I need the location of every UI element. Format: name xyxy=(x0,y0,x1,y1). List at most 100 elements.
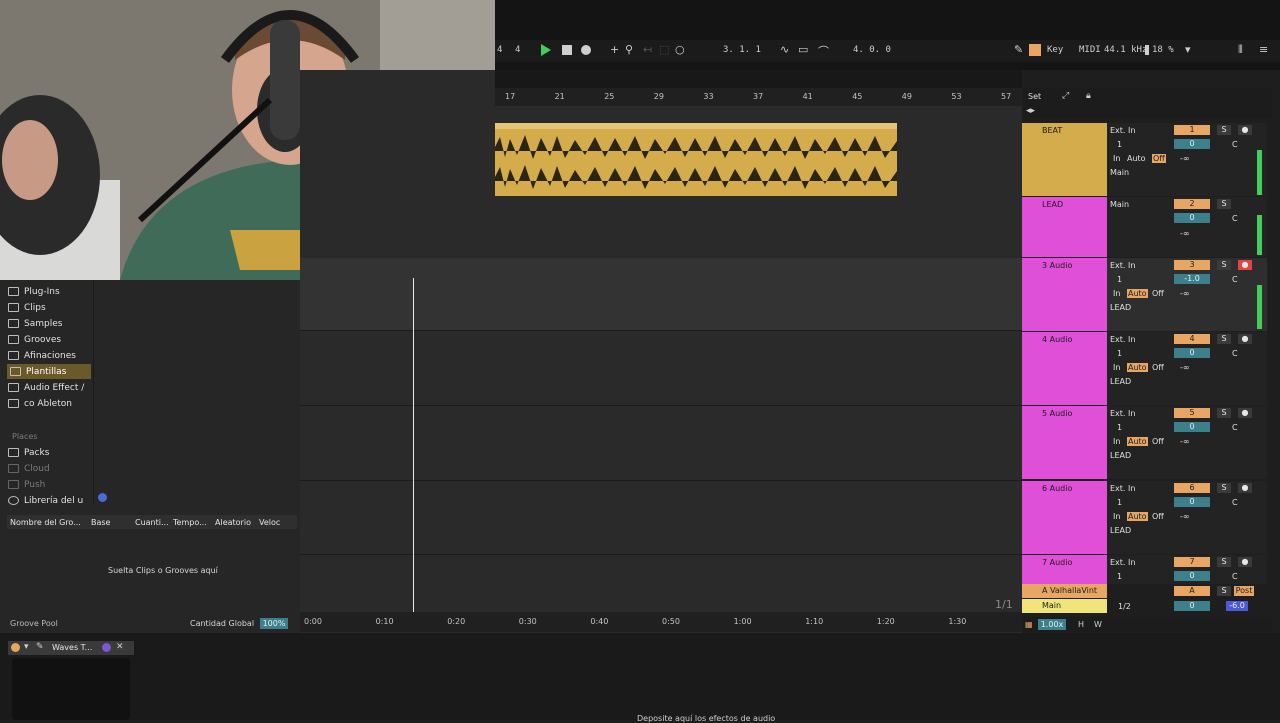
set-button[interactable]: Set xyxy=(1028,92,1041,101)
key-button[interactable]: Key xyxy=(1047,45,1063,55)
input-select[interactable]: Ext. In xyxy=(1110,409,1135,418)
monitor-auto[interactable]: Auto xyxy=(1127,437,1148,446)
volume-field[interactable]: 0 xyxy=(1174,422,1210,432)
track-beat[interactable] xyxy=(1022,123,1107,196)
monitor-auto[interactable]: Auto xyxy=(1127,154,1146,163)
post-button[interactable]: Post xyxy=(1234,586,1254,596)
return-letter[interactable]: A xyxy=(1174,586,1210,596)
time-ruler[interactable]: 0:00 0:10 0:20 0:30 0:40 0:50 1:00 1:10 1:20 1:30 xyxy=(300,612,1022,632)
solo-button[interactable]: S xyxy=(1217,408,1231,418)
track-name[interactable]: 4 Audio xyxy=(1042,335,1072,344)
monitor-off[interactable]: Off xyxy=(1152,289,1164,298)
main-pan[interactable]: -6.0 xyxy=(1226,601,1248,611)
solo-button[interactable]: S xyxy=(1217,199,1231,209)
solo-button[interactable]: S xyxy=(1217,586,1231,596)
monitor-in[interactable]: In xyxy=(1113,289,1120,298)
track-number[interactable]: 1 xyxy=(1174,125,1210,135)
channel-select[interactable]: 1 xyxy=(1117,423,1122,432)
monitor-in[interactable]: In xyxy=(1113,437,1120,446)
track-name[interactable]: 6 Audio xyxy=(1042,484,1072,493)
pan-field[interactable]: C xyxy=(1232,349,1238,358)
volume-field[interactable]: 0 xyxy=(1174,571,1210,581)
track-number[interactable]: 5 xyxy=(1174,408,1210,418)
stop-icon[interactable] xyxy=(562,45,572,55)
send-field[interactable]: -∞ xyxy=(1180,512,1190,521)
main-ratio[interactable]: 1/2 xyxy=(1118,602,1131,611)
io-icon[interactable]: ⦀ xyxy=(1238,43,1243,57)
bar-ruler[interactable]: 17 21 25 29 33 37 41 45 49 53 57 xyxy=(495,88,1022,106)
monitor-off[interactable]: Off xyxy=(1152,363,1164,372)
input-select[interactable]: Ext. In xyxy=(1110,558,1135,567)
place-push[interactable]: Push xyxy=(8,477,45,492)
track-name[interactable]: BEAT xyxy=(1042,126,1062,135)
send-field[interactable]: -∞ xyxy=(1180,229,1190,238)
output-select[interactable]: LEAD xyxy=(1110,526,1131,535)
monitor-auto[interactable]: Auto xyxy=(1127,363,1148,372)
mode-icon[interactable] xyxy=(1029,44,1041,56)
track-lane-3[interactable] xyxy=(300,258,1022,330)
monitor-in[interactable]: In xyxy=(1113,363,1120,372)
pan-field[interactable]: C xyxy=(1232,572,1238,581)
track-number[interactable]: 2 xyxy=(1174,199,1210,209)
browser-item-samples[interactable]: Samples xyxy=(8,316,62,331)
output-select[interactable]: LEAD xyxy=(1110,377,1131,386)
capture-icon[interactable]: ⬚ xyxy=(659,43,669,56)
browser-item-tunings[interactable]: Afinaciones xyxy=(8,348,76,363)
main-track[interactable] xyxy=(1022,599,1107,613)
record-icon[interactable] xyxy=(581,45,591,55)
w-button[interactable]: W xyxy=(1094,620,1102,629)
track-name[interactable]: LEAD xyxy=(1042,200,1063,209)
monitor-in[interactable]: In xyxy=(1113,512,1120,521)
zoom-field[interactable]: 1.00x xyxy=(1038,619,1066,630)
input-select[interactable]: Ext. In xyxy=(1110,335,1135,344)
monitor-off[interactable]: Off xyxy=(1152,437,1164,446)
output-select[interactable]: Main xyxy=(1110,168,1129,177)
edit-icon[interactable]: ✎ xyxy=(36,642,44,652)
track-name[interactable]: 5 Audio xyxy=(1042,409,1072,418)
return-track-name[interactable]: A ValhallaVint xyxy=(1042,586,1097,595)
monitor-auto[interactable]: Auto xyxy=(1127,289,1148,298)
col-groove-name[interactable]: Nombre del Gro... xyxy=(7,518,91,527)
input-select[interactable]: Ext. In xyxy=(1110,484,1135,493)
pan-field[interactable]: C xyxy=(1232,275,1238,284)
signature-num[interactable]: 4 xyxy=(497,45,502,55)
main-volume[interactable]: 0 xyxy=(1174,601,1210,611)
send-field[interactable]: -∞ xyxy=(1180,363,1190,372)
nav-arrows-icon[interactable]: ◂▸ xyxy=(1026,106,1035,116)
monitor-off[interactable]: Off xyxy=(1152,154,1166,163)
col-base[interactable]: Base xyxy=(91,518,135,527)
menu-icon[interactable]: ≡ xyxy=(1259,43,1268,56)
track-name[interactable]: 7 Audio xyxy=(1042,558,1072,567)
input-select[interactable]: Main xyxy=(1110,200,1129,209)
solo-button[interactable]: S xyxy=(1217,334,1231,344)
volume-field[interactable]: 0 xyxy=(1174,348,1210,358)
place-cloud[interactable]: Cloud xyxy=(8,461,50,476)
input-select[interactable]: Ext. In xyxy=(1110,126,1135,135)
play-icon[interactable] xyxy=(541,44,551,56)
add-icon[interactable]: + xyxy=(610,43,619,56)
volume-field[interactable]: 0 xyxy=(1174,497,1210,507)
col-velocity[interactable]: Veloc xyxy=(259,518,287,527)
device-body[interactable] xyxy=(12,658,130,720)
arm-button[interactable]: ● xyxy=(1238,408,1252,418)
global-amount-value[interactable]: 100% xyxy=(260,618,288,629)
arm-button[interactable]: ● xyxy=(1238,125,1252,135)
place-packs[interactable]: Packs xyxy=(8,445,49,460)
track-lead[interactable] xyxy=(1022,197,1107,257)
midi-button[interactable]: MIDI xyxy=(1079,45,1101,55)
pan-field[interactable]: C xyxy=(1232,423,1238,432)
draw-icon[interactable]: ✎ xyxy=(1014,43,1023,56)
position-display[interactable]: 3. 1. 1 xyxy=(723,45,761,55)
punch-icon[interactable]: ⌒ xyxy=(818,43,829,59)
h-button[interactable]: H xyxy=(1078,620,1084,629)
pan-field[interactable]: C xyxy=(1232,214,1238,223)
volume-field[interactable]: -1.0 xyxy=(1174,274,1210,284)
playhead[interactable] xyxy=(413,278,414,613)
solo-button[interactable]: S xyxy=(1217,125,1231,135)
arm-button[interactable]: ● xyxy=(1238,483,1252,493)
col-random[interactable]: Aleatorio xyxy=(215,518,259,527)
monitor-auto[interactable]: Auto xyxy=(1127,512,1148,521)
track-number[interactable]: 3 xyxy=(1174,260,1210,270)
overview-strip[interactable] xyxy=(495,70,1022,88)
channel-select[interactable]: 1 xyxy=(1117,140,1122,149)
